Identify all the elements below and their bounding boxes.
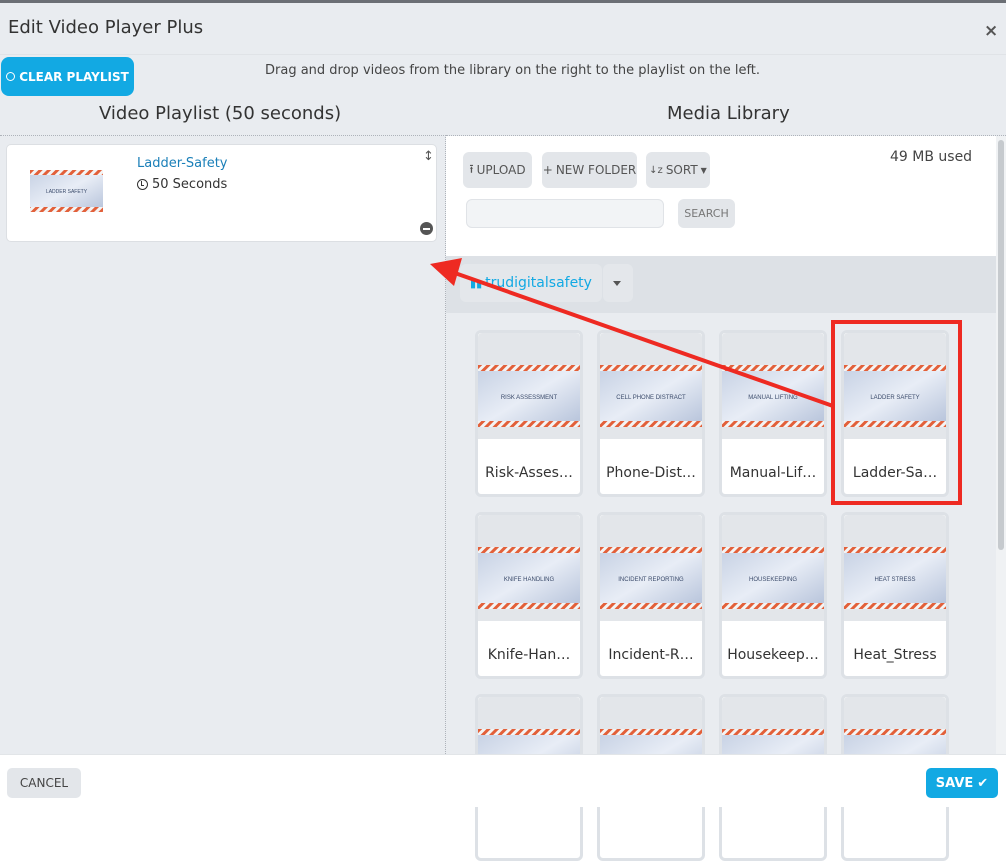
playlist-thumb-text: LADDER SAFETY — [46, 189, 88, 195]
storage-usage: 49 MB used — [890, 149, 973, 165]
media-item-label: Manual-Lif… — [729, 465, 817, 481]
media-thumbnail: INCIDENT REPORTING — [600, 515, 702, 621]
media-item-label: Housekeep… — [727, 647, 819, 663]
media-thumb-text: HEAT STRESS — [874, 577, 915, 583]
media-thumb-text: MANUAL LIFTING — [748, 395, 798, 401]
scrollbar-thumb[interactable] — [998, 140, 1004, 550]
media-library-heading: Media Library — [667, 103, 790, 124]
playlist-heading: Video Playlist (50 seconds) — [99, 103, 342, 124]
dialog-title: Edit Video Player Plus — [8, 17, 204, 38]
playlist-item-duration-text: 50 Seconds — [152, 177, 228, 192]
playlist-item[interactable]: LADDER SAFETY Ladder-Safety 50 Seconds ↕ — [6, 144, 437, 242]
media-item-label: Incident-R… — [608, 647, 694, 663]
media-item-label: Phone-Dist… — [606, 465, 696, 481]
folder-icon: ▮▮ — [470, 276, 483, 290]
folder-name: trudigitalsafety — [485, 275, 592, 291]
remove-icon[interactable] — [420, 222, 433, 235]
search-button[interactable]: SEARCH — [678, 199, 735, 228]
media-thumbnail: HOUSEKEEPING — [722, 515, 824, 621]
media-item[interactable]: HEAT STRESS Heat_Stress — [841, 512, 949, 679]
clear-playlist-button[interactable]: CLEAR PLAYLIST — [1, 57, 134, 96]
close-icon[interactable]: × — [984, 21, 998, 41]
playlist-item-duration: 50 Seconds — [137, 177, 227, 192]
sort-icon: ↓z — [649, 164, 663, 176]
media-item-label: Risk-Asses… — [485, 465, 573, 481]
dialog-header: Edit Video Player Plus × — [0, 3, 1006, 55]
circle-icon — [6, 72, 16, 81]
media-item[interactable]: MANUAL LIFTING Manual-Lif… — [719, 330, 827, 497]
library-toolbar: ⭱ UPLOAD + NEW FOLDER ↓z SORT ▼ 49 MB us… — [446, 136, 996, 256]
media-thumbnail: HEAT STRESS — [844, 515, 946, 621]
library-scrollbar[interactable] — [996, 136, 1006, 755]
media-thumbnail: CELL PHONE DISTRACT — [600, 333, 702, 439]
upload-label: UPLOAD — [476, 163, 526, 177]
save-label: SAVE — [935, 775, 974, 791]
clock-icon — [137, 179, 148, 190]
search-input[interactable] — [466, 199, 664, 228]
media-thumbnail: RISK ASSESSMENT — [478, 333, 580, 439]
playlist-panel[interactable]: LADDER SAFETY Ladder-Safety 50 Seconds ↕ — [0, 135, 446, 754]
media-item[interactable]: RISK ASSESSMENT Risk-Asses… — [475, 330, 583, 497]
media-thumb-text: INCIDENT REPORTING — [618, 577, 684, 583]
upload-button[interactable]: ⭱ UPLOAD — [463, 152, 532, 188]
media-item-label: Knife-Han… — [487, 647, 571, 663]
media-thumbnail: MANUAL LIFTING — [722, 333, 824, 439]
media-item[interactable]: INCIDENT REPORTING Incident-R… — [597, 512, 705, 679]
new-folder-label: NEW FOLDER — [555, 163, 637, 177]
media-thumbnail: KNIFE HANDLING — [478, 515, 580, 621]
media-item-label: Heat_Stress — [853, 647, 937, 663]
drag-handle-icon[interactable]: ↕ — [423, 149, 434, 164]
chevron-down-icon: ▼ — [700, 165, 707, 175]
save-button[interactable]: SAVE ✔ — [926, 768, 998, 798]
media-thumb-text: KNIFE HANDLING — [504, 577, 555, 583]
upload-icon: ⭱ — [469, 161, 474, 176]
new-folder-button[interactable]: + NEW FOLDER — [542, 152, 637, 188]
drag-instructions: Drag and drop videos from the library on… — [265, 63, 761, 78]
checkmark-icon: ✔ — [977, 775, 989, 791]
sort-label: SORT — [665, 163, 698, 177]
media-item[interactable]: KNIFE HANDLING Knife-Han… — [475, 512, 583, 679]
cancel-button[interactable]: CANCEL — [7, 768, 81, 798]
media-thumb-text: RISK ASSESSMENT — [501, 395, 558, 401]
folder-bar: ▮▮ trudigitalsafety — [446, 256, 996, 313]
annotation-highlight-box — [831, 320, 962, 505]
dialog-footer: CANCEL SAVE ✔ — [0, 754, 1006, 807]
folder-dropdown-toggle[interactable] — [603, 264, 633, 302]
dialog-subbar: CLEAR PLAYLIST Drag and drop videos from… — [0, 55, 1006, 135]
playlist-item-name[interactable]: Ladder-Safety — [137, 156, 228, 171]
folder-button[interactable]: ▮▮ trudigitalsafety — [460, 264, 602, 302]
media-thumb-text: HOUSEKEEPING — [749, 577, 797, 583]
playlist-item-thumbnail: LADDER SAFETY — [30, 170, 103, 212]
clear-playlist-label: CLEAR PLAYLIST — [19, 69, 129, 84]
sort-button[interactable]: ↓z SORT ▼ — [646, 152, 710, 188]
media-item[interactable]: HOUSEKEEPING Housekeep… — [719, 512, 827, 679]
media-thumb-text: CELL PHONE DISTRACT — [616, 395, 686, 401]
media-item[interactable]: CELL PHONE DISTRACT Phone-Dist… — [597, 330, 705, 497]
plus-icon: + — [542, 163, 553, 177]
